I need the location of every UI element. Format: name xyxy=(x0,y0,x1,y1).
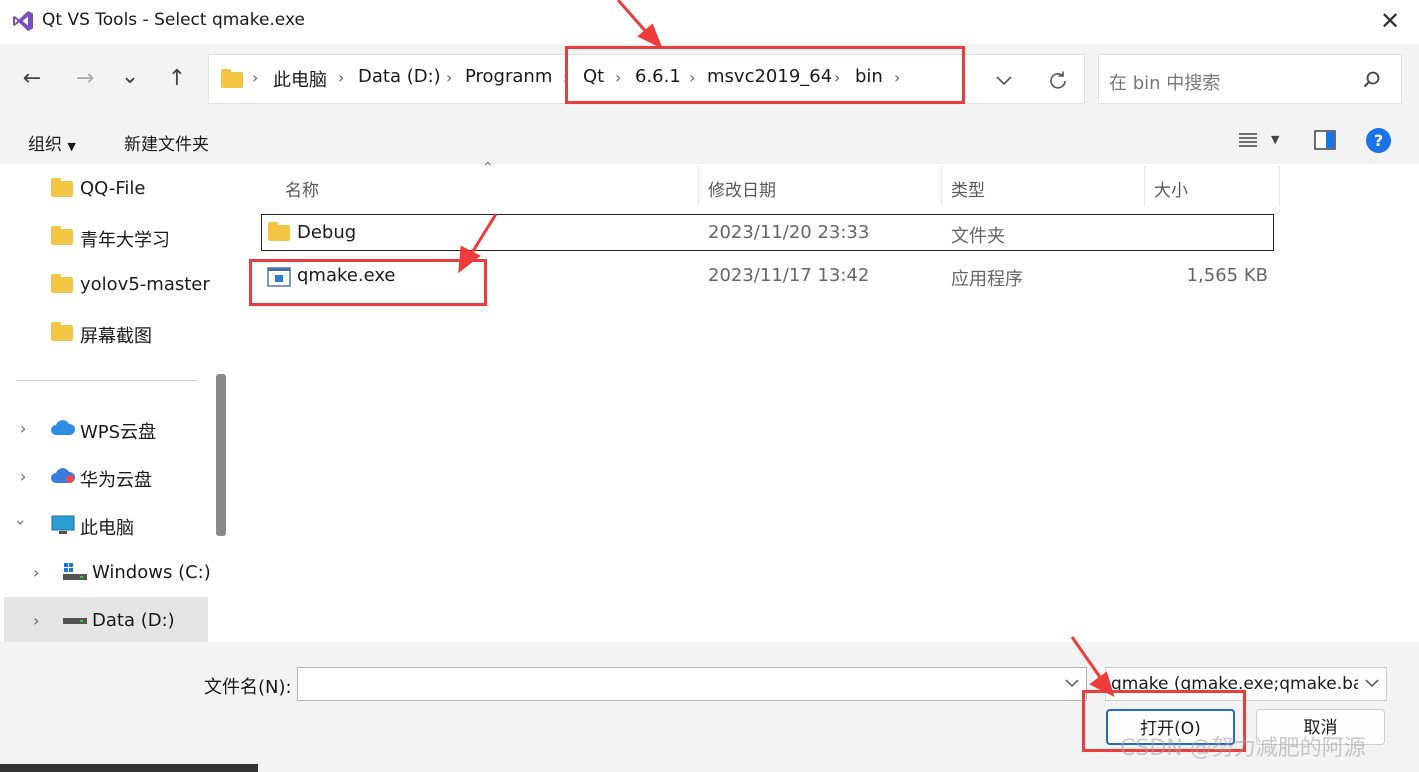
annotation-highlight-path xyxy=(565,46,965,104)
expand-chevron-icon[interactable]: › xyxy=(20,467,26,486)
sidebar-item-huawei-cloud[interactable]: 华为云盘 xyxy=(80,466,152,492)
visual-studio-logo-icon xyxy=(13,11,33,31)
view-options-icon[interactable] xyxy=(1238,132,1258,148)
taskbar-edge xyxy=(0,764,258,772)
search-icon[interactable] xyxy=(1362,70,1382,90)
window-title: Qt VS Tools - Select qmake.exe xyxy=(42,10,305,30)
breadcrumb-separator: › xyxy=(338,68,345,87)
cloud-icon xyxy=(51,468,76,483)
folder-icon xyxy=(51,226,73,245)
back-button[interactable]: ← xyxy=(14,61,50,97)
file-type: 文件夹 xyxy=(951,226,1005,247)
sidebar-item-data-d[interactable]: Data (D:) xyxy=(92,610,175,631)
sort-ascending-icon: ⌃ xyxy=(482,160,494,176)
filename-input[interactable] xyxy=(297,667,1087,701)
sidebar-item-wps-cloud[interactable]: WPS云盘 xyxy=(80,418,156,444)
sidebar-item-this-pc[interactable]: 此电脑 xyxy=(80,514,134,540)
file-date: 2023/11/20 23:33 xyxy=(708,222,870,243)
expand-chevron-icon[interactable]: › xyxy=(33,563,39,582)
view-dropdown-icon[interactable]: ▼ xyxy=(1271,133,1279,146)
sidebar-item-qq-file[interactable]: QQ-File xyxy=(80,178,145,199)
address-dropdown-icon[interactable] xyxy=(994,73,1014,87)
sidebar-divider xyxy=(16,380,197,381)
sidebar-item-youth-study[interactable]: 青年大学习 xyxy=(80,226,170,252)
preview-pane-icon[interactable] xyxy=(1314,130,1336,150)
dropdown-arrow-icon: ▼ xyxy=(67,140,76,153)
chevron-down-icon[interactable] xyxy=(1364,677,1380,689)
column-header-type[interactable]: 类型 xyxy=(951,176,985,201)
search-placeholder: 在 bin 中搜索 xyxy=(1109,73,1221,94)
chevron-down-icon[interactable] xyxy=(1064,677,1080,689)
collapse-chevron-icon[interactable]: › xyxy=(12,519,31,525)
forward-button[interactable]: → xyxy=(67,61,103,97)
breadcrumb-separator: › xyxy=(252,68,259,87)
column-header-name[interactable]: 名称 xyxy=(285,176,319,201)
folder-icon xyxy=(51,178,73,197)
sidebar-item-windows-c[interactable]: Windows (C:) xyxy=(92,562,211,583)
folder-icon xyxy=(221,69,243,88)
breadcrumb-data-d[interactable]: Data (D:) xyxy=(358,66,441,87)
computer-icon xyxy=(51,515,75,534)
recent-locations-button[interactable]: ⌄ xyxy=(112,59,148,95)
column-divider[interactable] xyxy=(1279,166,1280,206)
folder-icon xyxy=(51,274,73,293)
folder-icon xyxy=(51,322,73,341)
filename-label: 文件名(N): xyxy=(204,677,292,698)
drive-icon xyxy=(63,563,87,580)
file-type: 应用程序 xyxy=(951,269,1023,290)
column-divider[interactable] xyxy=(941,166,942,206)
column-divider[interactable] xyxy=(1144,166,1145,206)
column-header-date[interactable]: 修改日期 xyxy=(708,176,776,201)
organize-button[interactable]: 组织 ▼ xyxy=(28,130,76,155)
sidebar-scrollbar[interactable] xyxy=(216,374,226,536)
help-icon[interactable]: ? xyxy=(1366,128,1391,153)
refresh-icon[interactable] xyxy=(1046,69,1070,93)
file-name: Debug xyxy=(297,222,357,243)
sidebar-item-screenshots[interactable]: 屏幕截图 xyxy=(80,322,152,348)
annotation-highlight-file xyxy=(249,259,487,306)
sidebar-item-yolov5[interactable]: yolov5-master xyxy=(80,274,210,295)
expand-chevron-icon[interactable]: › xyxy=(33,611,39,630)
cloud-icon xyxy=(51,420,76,435)
close-button[interactable]: ✕ xyxy=(1375,6,1405,36)
file-date: 2023/11/17 13:42 xyxy=(708,265,870,286)
folder-icon xyxy=(268,222,290,241)
column-header-size[interactable]: 大小 xyxy=(1154,176,1188,201)
watermark: CSDN @努力减肥的阿源 xyxy=(1120,736,1366,761)
file-size: 1,565 KB xyxy=(1186,265,1268,286)
drive-icon xyxy=(63,618,87,624)
up-button[interactable]: ↑ xyxy=(159,61,195,97)
command-toolbar xyxy=(0,118,1419,164)
breadcrumb-this-pc[interactable]: 此电脑 xyxy=(273,66,327,92)
column-divider[interactable] xyxy=(698,166,699,206)
breadcrumb-separator: › xyxy=(446,68,453,87)
organize-label: 组织 xyxy=(28,135,62,155)
new-folder-button[interactable]: 新建文件夹 xyxy=(124,130,209,155)
expand-chevron-icon[interactable]: › xyxy=(20,419,26,438)
breadcrumb-progranm[interactable]: Progranm xyxy=(465,66,552,87)
